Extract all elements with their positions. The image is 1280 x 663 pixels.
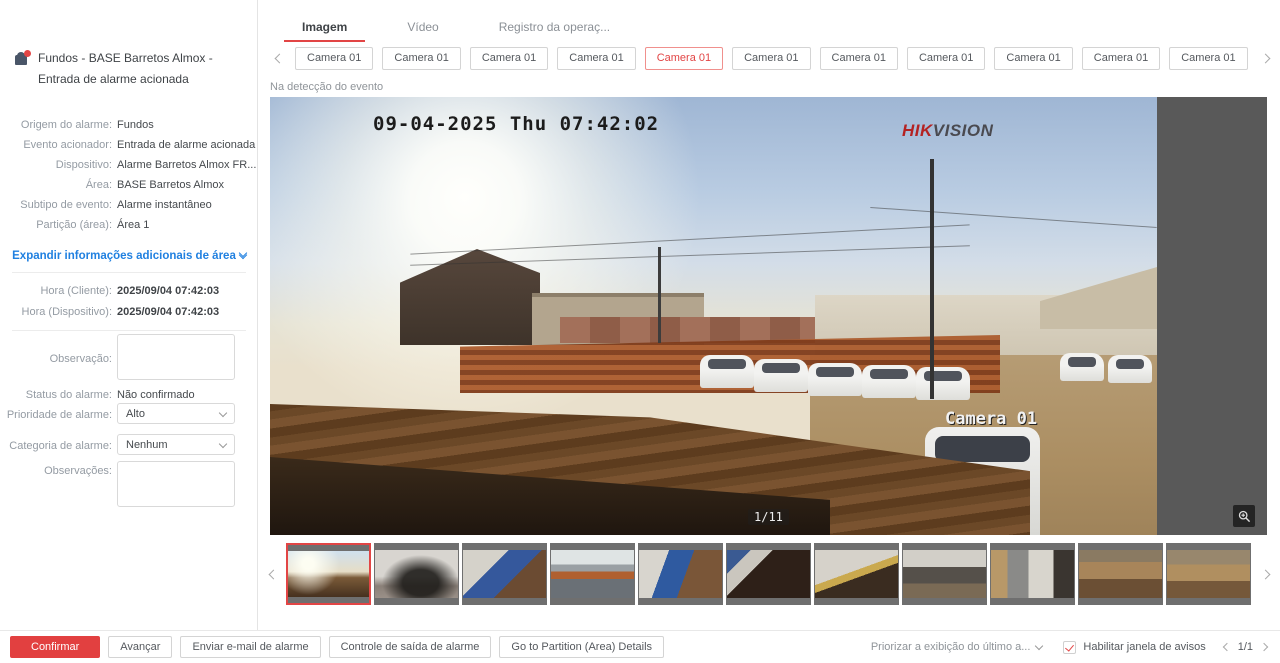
thumbnail-boxes-a[interactable] [1078, 543, 1163, 605]
scroll-left-icon[interactable] [270, 49, 288, 67]
thumbnail-image [375, 550, 458, 598]
camera-button[interactable]: Camera 01 [1169, 47, 1247, 70]
thumbnail-image [288, 551, 369, 597]
alarm-field-row: Evento acionador:Entrada de alarme acion… [0, 136, 258, 154]
thumbnail-image [991, 550, 1074, 598]
osd-timestamp: 09-04-2025 Thu 07:42:02 [373, 113, 659, 135]
thumbnail-warehouse-bins[interactable] [638, 543, 723, 605]
go-to-partition-area-details-button[interactable]: Go to Partition (Area) Details [499, 636, 664, 658]
camera-button[interactable]: Camera 01 [295, 47, 373, 70]
camera-snapshot: 09-04-2025 Thu 07:42:02 HIKVISION Camera… [270, 97, 1157, 535]
camera-button[interactable]: Camera 01 [557, 47, 635, 70]
camera-image-viewer: 09-04-2025 Thu 07:42:02 HIKVISION Camera… [270, 97, 1267, 535]
page-count: 1/1 [1238, 641, 1253, 653]
confirmar-button[interactable]: Confirmar [10, 636, 100, 658]
osd-camera-label: Camera 01 [945, 409, 1037, 429]
tab-imagem[interactable]: Imagem [284, 14, 365, 42]
footer-pagination: 1/1 [1221, 638, 1270, 656]
thumbnail-storage-corner[interactable] [814, 543, 899, 605]
camera-button-row: Camera 01 Camera 01 Camera 01 Camera 01 Came… [270, 46, 1274, 70]
chevron-down-icon [219, 439, 227, 447]
observacoes-label: Observações: [0, 465, 112, 477]
main-panel: Imagem Vídeo Registro da operaç... Camera … [258, 0, 1280, 630]
chevron-down-icon [219, 408, 227, 416]
thumbnail-image [551, 550, 634, 598]
camera-button[interactable]: Camera 01 [470, 47, 548, 70]
scroll-right-icon[interactable] [1256, 49, 1274, 67]
alarm-detail-window: Fundos - BASE Barretos Almox - Entrada d… [0, 0, 1280, 663]
alarm-field-row: Área:BASE Barretos Almox [0, 176, 258, 194]
avan-ar-button[interactable]: Avançar [108, 636, 172, 658]
thumbnail-parking-lot[interactable] [550, 543, 635, 605]
action-bar: Confirmar Avançar Enviar e-mail de alarme C… [0, 630, 1280, 663]
thumbnail-image [463, 550, 546, 598]
thumbnail-garage[interactable] [374, 543, 459, 605]
enable-popup-checkbox[interactable] [1063, 641, 1076, 654]
camera-button[interactable]: Camera 01 [820, 47, 898, 70]
hikvision-logo: HIKVISION [902, 121, 993, 141]
thumbnail-office[interactable] [902, 543, 987, 605]
thumbs-scroll-right-icon[interactable] [1256, 565, 1274, 583]
thumbnail-boxes-b[interactable] [1166, 543, 1251, 605]
page-prev-icon[interactable] [1221, 638, 1233, 656]
observacoes-textarea[interactable] [117, 461, 235, 507]
camera-button[interactable]: Camera 01 [382, 47, 460, 70]
alarm-info-sidebar: Fundos - BASE Barretos Almox - Entrada d… [0, 0, 258, 630]
thumbnail-image [903, 550, 986, 598]
prioridade-select[interactable]: Alto [117, 403, 235, 424]
time-field-row: Hora (Cliente):2025/09/04 07:42:03 [0, 282, 258, 300]
status-value: Não confirmado [117, 389, 195, 401]
thumbnail-image [815, 550, 898, 598]
alarm-title: Fundos - BASE Barretos Almox - Entrada d… [38, 48, 246, 90]
camera-button[interactable]: Camera 01 [645, 47, 723, 70]
page-next-icon[interactable] [1258, 638, 1270, 656]
divider [12, 330, 246, 331]
thumbnail-warehouse-shelves[interactable] [462, 543, 547, 605]
thumbnail-image [1079, 550, 1162, 598]
controle-de-sa-da-de-alarme-button[interactable]: Controle de saída de alarme [329, 636, 492, 658]
thumbnail-image [1167, 550, 1250, 598]
double-chevron-down-icon [240, 254, 246, 258]
display-priority-dropdown[interactable]: Priorizar a exibição do último a... [871, 641, 1043, 653]
camera-button[interactable]: Camera 01 [1082, 47, 1160, 70]
divider [12, 272, 246, 273]
alarm-field-row: Origem do alarme:Fundos [0, 116, 258, 134]
thumbnail-image [727, 550, 810, 598]
thumbs-scroll-left-icon[interactable] [264, 565, 282, 583]
event-caption: Na detecção do evento [270, 81, 383, 93]
thumbnail-image [639, 550, 722, 598]
categoria-select[interactable]: Nenhum [117, 434, 235, 455]
status-label: Status do alarme: [0, 389, 112, 401]
observacao-label: Observação: [0, 353, 112, 365]
alarm-field-row: Dispositivo:Alarme Barretos Almox FR... [0, 156, 258, 174]
camera-button[interactable]: Camera 01 [732, 47, 810, 70]
categoria-label: Categoria de alarme: [0, 440, 112, 452]
camera-button[interactable]: Camera 01 [994, 47, 1072, 70]
alarm-header: Fundos - BASE Barretos Almox - Entrada d… [14, 48, 246, 90]
enable-popup-label: Habilitar janela de avisos [1083, 641, 1205, 653]
tab-bar: Imagem Vídeo Registro da operaç... [284, 14, 652, 42]
thumbnail-dark-desk[interactable] [726, 543, 811, 605]
prioridade-label: Prioridade de alarme: [0, 409, 112, 421]
thumbnail-strip [264, 541, 1274, 607]
expand-area-info-link[interactable]: Expandir informações adicionais de área [0, 250, 258, 262]
time-field-row: Hora (Dispositivo):2025/09/04 07:42:03 [0, 303, 258, 321]
alarm-field-row: Subtipo de evento:Alarme instantâneo [0, 196, 258, 214]
alarm-siren-icon [14, 50, 31, 67]
thumbnail-corridor[interactable] [990, 543, 1075, 605]
alarm-field-row: Partição (área):Área 1 [0, 216, 258, 234]
thumbnail-outdoor-yard[interactable] [286, 543, 371, 605]
image-page-indicator: 1/11 [748, 509, 789, 525]
observacao-textarea[interactable] [117, 334, 235, 380]
enviar-e-mail-de-alarme-button[interactable]: Enviar e-mail de alarme [180, 636, 320, 658]
tab-v-deo[interactable]: Vídeo [389, 14, 456, 42]
magnifier-plus-icon[interactable] [1233, 505, 1255, 527]
camera-button[interactable]: Camera 01 [907, 47, 985, 70]
tab-registro-da-opera-[interactable]: Registro da operaç... [481, 14, 628, 42]
chevron-down-icon [1035, 641, 1043, 649]
